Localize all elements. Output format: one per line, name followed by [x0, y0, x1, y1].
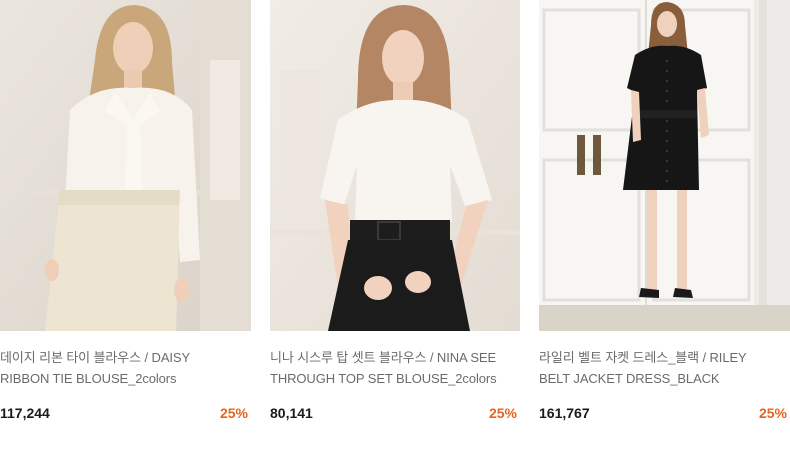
- product-card[interactable]: 라일리 벨트 자켓 드레스_블랙 / RILEY BELT JACKET DRE…: [539, 0, 790, 423]
- discount-badge: 25%: [758, 405, 787, 421]
- product-name-line-1: 니나 시스루 탑 셋트 블라우스 / NINA SEE: [270, 350, 497, 365]
- price-row: 80,141 25%: [270, 405, 520, 423]
- price-row: 117,244 25%: [0, 405, 251, 423]
- product-card[interactable]: 니나 시스루 탑 셋트 블라우스 / NINA SEE THROUGH TOP …: [270, 0, 520, 423]
- product-card[interactable]: 데이지 리본 타이 블라우스 / DAISY RIBBON TIE BLOUSE…: [0, 0, 251, 423]
- product-name[interactable]: 니나 시스루 탑 셋트 블라우스 / NINA SEE THROUGH TOP …: [270, 347, 520, 391]
- price-row: 161,767 25%: [539, 405, 790, 423]
- product-image[interactable]: [270, 0, 520, 331]
- product-price: 161,767: [539, 405, 590, 421]
- product-name[interactable]: 데이지 리본 타이 블라우스 / DAISY RIBBON TIE BLOUSE…: [0, 347, 251, 391]
- product-image[interactable]: [0, 0, 251, 331]
- discount-badge: 25%: [219, 405, 248, 421]
- product-grid: 데이지 리본 타이 블라우스 / DAISY RIBBON TIE BLOUSE…: [0, 0, 790, 452]
- product-name[interactable]: 라일리 벨트 자켓 드레스_블랙 / RILEY BELT JACKET DRE…: [539, 347, 790, 391]
- product-image[interactable]: [539, 0, 790, 331]
- product-price: 117,244: [0, 405, 50, 421]
- discount-badge: 25%: [488, 405, 517, 421]
- product-name-line-2: BELT JACKET DRESS_BLACK: [539, 371, 720, 386]
- product-name-line-2: RIBBON TIE BLOUSE_2colors: [0, 371, 177, 386]
- product-name-line-1: 라일리 벨트 자켓 드레스_블랙 / RILEY: [539, 350, 747, 365]
- product-name-line-1: 데이지 리본 타이 블라우스 / DAISY: [0, 350, 191, 365]
- product-name-line-2: THROUGH TOP SET BLOUSE_2colors: [270, 371, 497, 386]
- product-price: 80,141: [270, 405, 313, 421]
